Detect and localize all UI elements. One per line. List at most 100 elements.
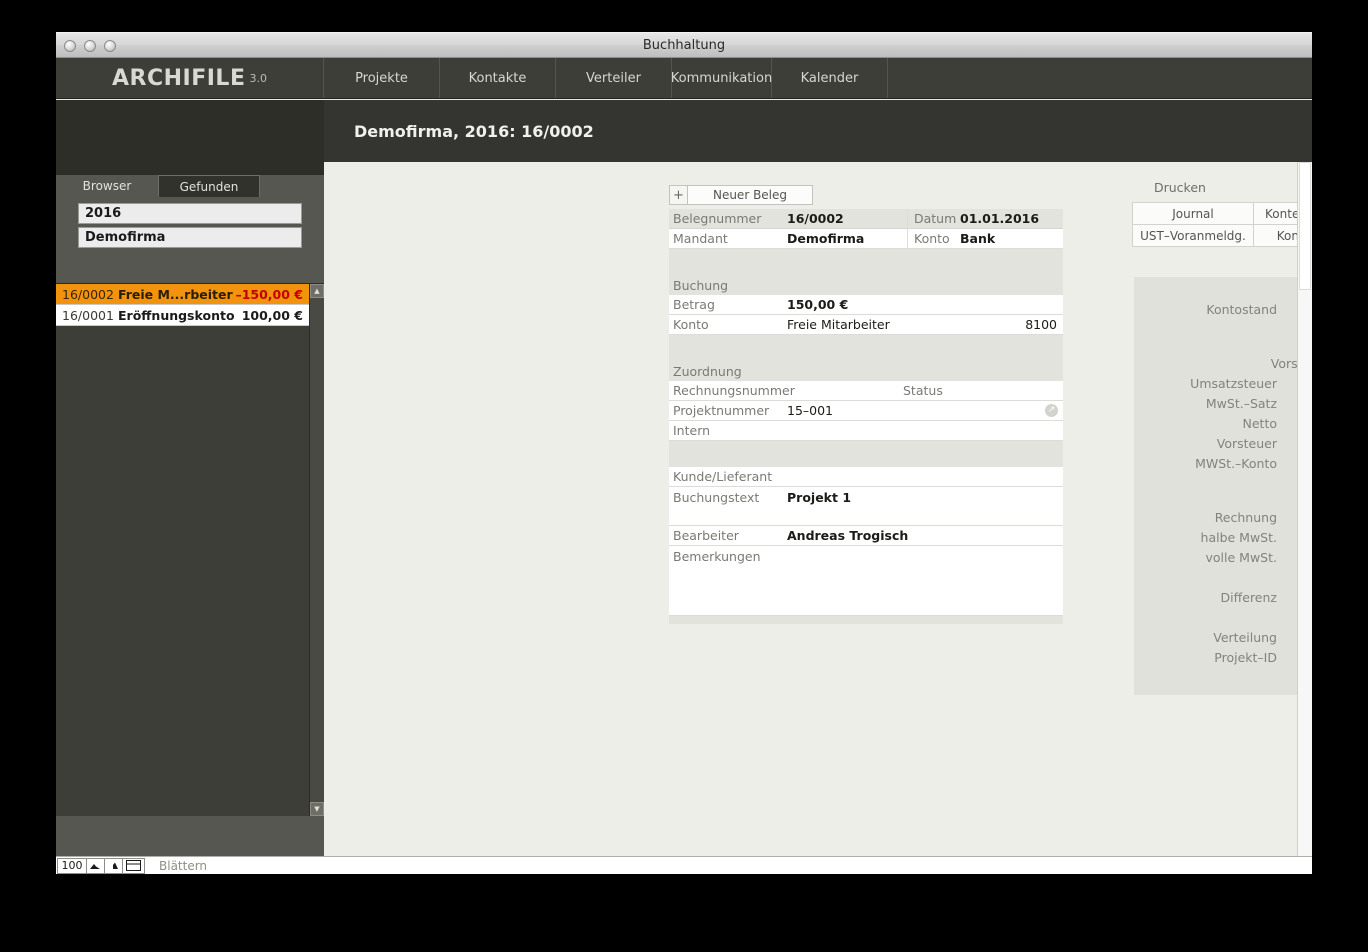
beleg-form: + Neuer Beleg Belegnummer 16/0002 Datum … [669, 185, 1063, 624]
intern-label: Intern [673, 423, 711, 438]
zoom-level-value[interactable]: 100 [57, 857, 87, 874]
kontostand-label: Kontostand [1206, 301, 1277, 317]
new-record-bar: + Neuer Beleg [669, 185, 1063, 205]
buchungstext-value: Projekt 1 [787, 490, 852, 505]
new-record-bar-spacer [813, 185, 1063, 205]
list-item-number: 16/0001 [62, 307, 114, 323]
rechnung-label: Rechnung [1214, 509, 1277, 525]
info-row-halbe-mwst: halbe MwSt. [1134, 527, 1312, 547]
status-label: Status [903, 383, 943, 398]
field-row-belegnummer[interactable]: Belegnummer 16/0002 Datum 01.01.2016 [669, 208, 1063, 229]
nav-tab-verteiler[interactable]: Verteiler [556, 58, 672, 98]
sidebar-field-company[interactable]: Demofirma [78, 227, 302, 248]
list-item-number: 16/0002 [62, 286, 114, 302]
info-row-vorsteuer: Vorsteuer 23,95 € [1134, 433, 1312, 453]
konto-buchung-label: Konto [673, 317, 709, 332]
nav-tab-kommunikation[interactable]: Kommunikation [671, 58, 772, 98]
projektnummer-value: 15–001 [787, 403, 834, 418]
zoom-out-glyph [90, 864, 100, 869]
list-item-name: Freie M...rbeiter [118, 286, 233, 302]
nav-tab-projekte[interactable]: Projekte [324, 58, 440, 98]
datum-label: Datum [914, 211, 957, 226]
field-row-bemerkungen[interactable]: Bemerkungen [669, 546, 1063, 616]
list-item[interactable]: 16/0001 Eröffnungskonto 100,00 € [56, 305, 309, 326]
info-row-differenz: Differenz 0,00 € [1134, 587, 1312, 607]
info-row-mwst-konto: MWSt.–Konto 1400 [1134, 453, 1312, 473]
print-button-journal[interactable]: Journal [1133, 203, 1254, 225]
form-gap [669, 441, 1063, 467]
info-row-rechnung: Rechnung [1134, 507, 1312, 527]
scrollbar-track[interactable] [310, 298, 324, 802]
main-navbar: ARCHIFILE 3.0 Projekte Kontakte Verteiler… [56, 58, 1312, 99]
mandant-value: Demofirma [787, 231, 865, 246]
field-row-bearbeiter[interactable]: Bearbeiter Andreas Trogisch [669, 526, 1063, 546]
form-footer [669, 616, 1063, 624]
navbar-filler [888, 58, 1312, 98]
list-item[interactable]: 16/0002 Freie M...rbeiter –150,00 € [56, 284, 309, 305]
betrag-value: 150,00 € [787, 297, 849, 312]
go-to-project-icon[interactable]: ↗ [1045, 404, 1058, 417]
field-row-projektnummer[interactable]: Projektnummer 15–001 ↗ [669, 401, 1063, 421]
zoom-in-icon[interactable] [105, 857, 123, 874]
kunde-lieferant-label: Kunde/Lieferant [673, 469, 773, 484]
print-button-grid: Journal Kontenübersicht Entnahmen UST–Vo… [1132, 202, 1312, 247]
field-row-buchungstext[interactable]: Buchungstext Projekt 1 [669, 487, 1063, 526]
verteilung-label: Verteilung [1213, 629, 1277, 645]
right-panel: Drucken Journal Kontenübersicht Entnahme… [1132, 162, 1312, 695]
zoom-out-icon[interactable] [87, 857, 105, 874]
content-scrollbar-thumb[interactable] [1299, 162, 1311, 290]
layout-toggle-icon[interactable] [123, 857, 145, 874]
betrag-label: Betrag [673, 297, 715, 312]
account-info-panel: Kontostand –50,00 € Vorsteuer voll Umsat… [1134, 277, 1312, 695]
sidebar-header-spacer [56, 100, 324, 175]
netto-label: Netto [1242, 415, 1278, 431]
nav-tab-kalender[interactable]: Kalender [772, 58, 888, 98]
projekt-id-label: Projekt–ID [1214, 649, 1277, 665]
datum-value: 01.01.2016 [960, 211, 1040, 226]
plus-icon[interactable]: + [669, 185, 688, 205]
sidebar-tab-browser[interactable]: Browser [56, 175, 158, 197]
window-title: Buchhaltung [642, 38, 726, 53]
window-controls[interactable] [64, 40, 116, 52]
sidebar-list-scrollbar[interactable]: ▲ ▼ [309, 284, 324, 816]
sidebar-footer [56, 816, 324, 856]
section-header-zuordnung: Zuordnung [669, 361, 1063, 381]
sidebar-list-empty-area [56, 326, 309, 816]
field-row-rechnungsnummer[interactable]: Rechnungsnummer Status [669, 381, 1063, 401]
konto-buchung-value: Freie Mitarbeiter [787, 317, 890, 332]
field-row-konto-buchung[interactable]: Konto Freie Mitarbeiter 8100 [669, 315, 1063, 335]
vorsteuer-voll-label: Vorsteuer voll [1270, 355, 1312, 371]
info-row-umsatzsteuer: Umsatzsteuer [1134, 373, 1312, 393]
sidebar-tabs-filler [260, 175, 324, 197]
content-scrollbar[interactable] [1297, 162, 1312, 856]
layout-toggle-glyph [126, 860, 141, 871]
print-button-ust-voranmeldung[interactable]: UST–Voranmeldg. [1133, 225, 1254, 247]
window-body: Browser Gefunden 2016 Demofirma 16/0002 … [56, 100, 1312, 856]
sidebar-record-list: 16/0002 Freie M...rbeiter –150,00 € 16/0… [56, 284, 309, 816]
sidebar-field-year[interactable]: 2016 [78, 203, 302, 224]
field-row-kunde-lieferant[interactable]: Kunde/Lieferant [669, 467, 1063, 487]
konto-buchung-number: 8100 [1025, 317, 1057, 332]
new-beleg-button[interactable]: Neuer Beleg [688, 185, 813, 205]
scroll-down-arrow-icon[interactable]: ▼ [310, 802, 324, 816]
zoom-button-icon[interactable] [104, 40, 116, 52]
sidebar-filter-fields: 2016 Demofirma [56, 197, 324, 251]
bearbeiter-label: Bearbeiter [673, 528, 739, 543]
nav-tab-kontakte[interactable]: Kontakte [440, 58, 556, 98]
scroll-up-arrow-icon[interactable]: ▲ [310, 284, 324, 298]
bemerkungen-label: Bemerkungen [673, 549, 761, 564]
view-mode-label[interactable]: Blättern [159, 859, 207, 873]
app-logo: ARCHIFILE 3.0 [56, 58, 324, 98]
field-row-betrag[interactable]: Betrag 150,00 € [669, 295, 1063, 315]
field-row-mandant[interactable]: Mandant Demofirma Konto Bank [669, 228, 1063, 249]
field-row-intern[interactable]: Intern [669, 421, 1063, 441]
sidebar-record-list-wrapper: 16/0002 Freie M...rbeiter –150,00 € 16/0… [56, 283, 324, 816]
close-button-icon[interactable] [64, 40, 76, 52]
minimize-button-icon[interactable] [84, 40, 96, 52]
umsatzsteuer-label: Umsatzsteuer [1190, 375, 1277, 391]
sidebar-tab-gefunden[interactable]: Gefunden [158, 175, 260, 197]
konto-label: Konto [914, 231, 950, 246]
